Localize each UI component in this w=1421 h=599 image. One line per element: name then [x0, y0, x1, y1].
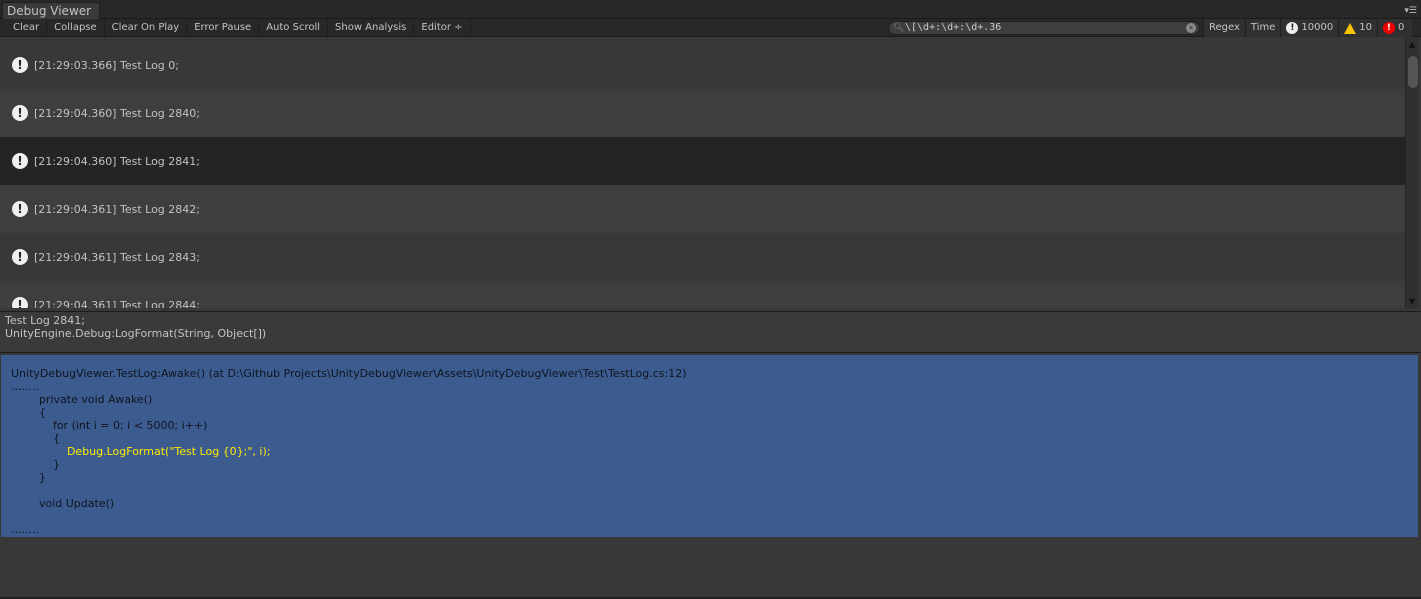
log-text: [21:29:04.360] Test Log 2841; — [34, 154, 200, 168]
log-text: [21:29:04.360] Test Log 2840; — [34, 106, 200, 120]
log-row[interactable]: ! [21:29:04.360] Test Log 2841; — [0, 137, 1405, 185]
warning-filter-toggle[interactable]: 10 — [1338, 19, 1377, 37]
collapse-button[interactable]: Collapse — [47, 19, 105, 36]
log-filter-toggle[interactable]: ! 10000 — [1280, 19, 1339, 37]
source-line: } — [11, 458, 60, 471]
source-line: } — [11, 471, 46, 484]
info-icon: ! — [12, 153, 28, 169]
log-row[interactable]: ! [21:29:04.360] Test Log 2840; — [0, 89, 1405, 137]
info-icon: ! — [12, 249, 28, 265]
info-icon: ! — [12, 201, 28, 217]
source-line: ........ — [11, 380, 39, 393]
error-filter-toggle[interactable]: ! 0 — [1376, 19, 1413, 37]
clear-search-icon[interactable]: × — [1186, 23, 1196, 33]
search-value: \[\d+:\d+:\d+.36 — [905, 22, 1002, 33]
show-analysis-button[interactable]: Show Analysis — [328, 19, 415, 36]
source-line: { — [11, 406, 46, 419]
error-pause-button[interactable]: Error Pause — [187, 19, 260, 36]
stack-frame-link[interactable]: UnityDebugViewer.TestLog:Awake() (at D:\… — [11, 367, 1408, 380]
warning-icon — [1344, 22, 1357, 34]
warning-count: 10 — [1359, 22, 1372, 33]
search-icon: 🔍︎ — [893, 23, 905, 33]
log-text: [21:29:03.366] Test Log 0; — [34, 58, 179, 72]
info-icon: ! — [12, 57, 28, 73]
log-list-scrollbar[interactable]: ▲ ▼ — [1405, 37, 1419, 308]
error-count: 0 — [1397, 22, 1405, 33]
tab-bar: Debug Viewer ▾☰ — [0, 0, 1421, 19]
search-input[interactable]: 🔍︎ \[\d+:\d+:\d+.36 × — [888, 21, 1200, 35]
source-line: { — [11, 432, 60, 445]
source-line — [11, 510, 1408, 523]
source-line — [11, 484, 1408, 497]
info-icon: ! — [12, 297, 28, 308]
log-text: [21:29:04.361] Test Log 2844; — [34, 298, 200, 309]
scrollbar-thumb[interactable] — [1408, 56, 1418, 88]
clear-on-play-button[interactable]: Clear On Play — [105, 19, 188, 36]
time-toggle[interactable]: Time — [1244, 19, 1281, 37]
log-row[interactable]: ! [21:29:04.361] Test Log 2844; — [0, 281, 1405, 308]
scroll-up-icon[interactable]: ▲ — [1409, 40, 1415, 49]
scroll-down-icon[interactable]: ▼ — [1409, 297, 1415, 306]
source-line: void Update() — [11, 497, 115, 510]
regex-toggle[interactable]: Regex — [1203, 19, 1245, 37]
source-line: for (int i = 0; i < 5000; i++) — [11, 419, 208, 432]
editor-dropdown[interactable]: Editor ÷ — [414, 19, 471, 36]
source-line: ........ — [11, 523, 39, 536]
detail-message: Test Log 2841; — [5, 314, 86, 327]
detail-call: UnityEngine.Debug:LogFormat(String, Obje… — [5, 327, 267, 340]
source-line: private void Awake() — [11, 393, 153, 406]
log-details: Test Log 2841; UnityEngine.Debug:LogForm… — [0, 311, 1421, 353]
log-row[interactable]: ! [21:29:04.361] Test Log 2842; — [0, 185, 1405, 233]
log-text: [21:29:04.361] Test Log 2843; — [34, 250, 200, 264]
stack-trace-panel[interactable]: UnityDebugViewer.TestLog:Awake() (at D:\… — [1, 355, 1418, 537]
tab-debug-viewer[interactable]: Debug Viewer — [2, 2, 101, 19]
log-row[interactable]: ! [21:29:03.366] Test Log 0; — [0, 41, 1405, 89]
window-menu-icon[interactable]: ▾☰ — [1404, 7, 1417, 16]
info-icon: ! — [12, 105, 28, 121]
log-text: [21:29:04.361] Test Log 2842; — [34, 202, 200, 216]
error-icon: ! — [1382, 22, 1395, 34]
log-count: 10000 — [1301, 22, 1334, 33]
source-line: Debug.LogFormat("Test Log {0};", i); — [11, 445, 271, 458]
log-row[interactable]: ! [21:29:04.361] Test Log 2843; — [0, 233, 1405, 281]
auto-scroll-button[interactable]: Auto Scroll — [259, 19, 329, 36]
log-list: ! [21:29:03.366] Test Log 0;! [21:29:04.36… — [0, 37, 1405, 308]
info-icon: ! — [1286, 22, 1299, 34]
clear-button[interactable]: Clear — [6, 19, 48, 36]
